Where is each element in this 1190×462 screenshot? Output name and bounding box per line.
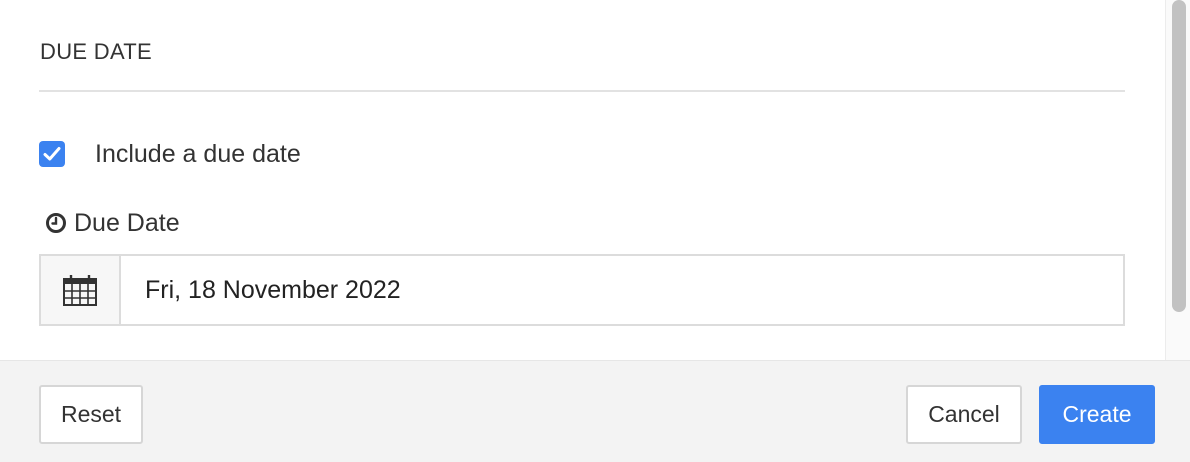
due-date-input-group xyxy=(39,254,1125,326)
calendar-button[interactable] xyxy=(41,256,121,324)
vertical-scrollbar[interactable] xyxy=(1165,0,1190,360)
clock-icon xyxy=(46,213,66,233)
cancel-button[interactable]: Cancel xyxy=(906,385,1022,444)
dialog-footer: Reset Cancel Create xyxy=(0,360,1190,462)
reset-button[interactable]: Reset xyxy=(39,385,143,444)
due-date-toggle-row: Include a due date xyxy=(39,139,301,169)
include-due-date-label[interactable]: Include a due date xyxy=(95,140,301,169)
section-divider xyxy=(39,90,1125,92)
scrollbar-thumb[interactable] xyxy=(1172,0,1186,312)
create-button[interactable]: Create xyxy=(1039,385,1155,444)
checkmark-icon xyxy=(43,147,61,161)
due-date-input[interactable] xyxy=(121,256,1123,324)
include-due-date-checkbox[interactable] xyxy=(39,141,65,167)
section-title: DUE DATE xyxy=(40,39,153,64)
due-date-label: Due Date xyxy=(45,207,180,239)
calendar-icon xyxy=(63,275,97,306)
dialog-body: DUE DATE Include a due date Due Date xyxy=(0,0,1165,360)
create-dialog: DUE DATE Include a due date Due Date Fri… xyxy=(0,0,1190,462)
due-date-label-text: Due Date xyxy=(74,208,180,237)
